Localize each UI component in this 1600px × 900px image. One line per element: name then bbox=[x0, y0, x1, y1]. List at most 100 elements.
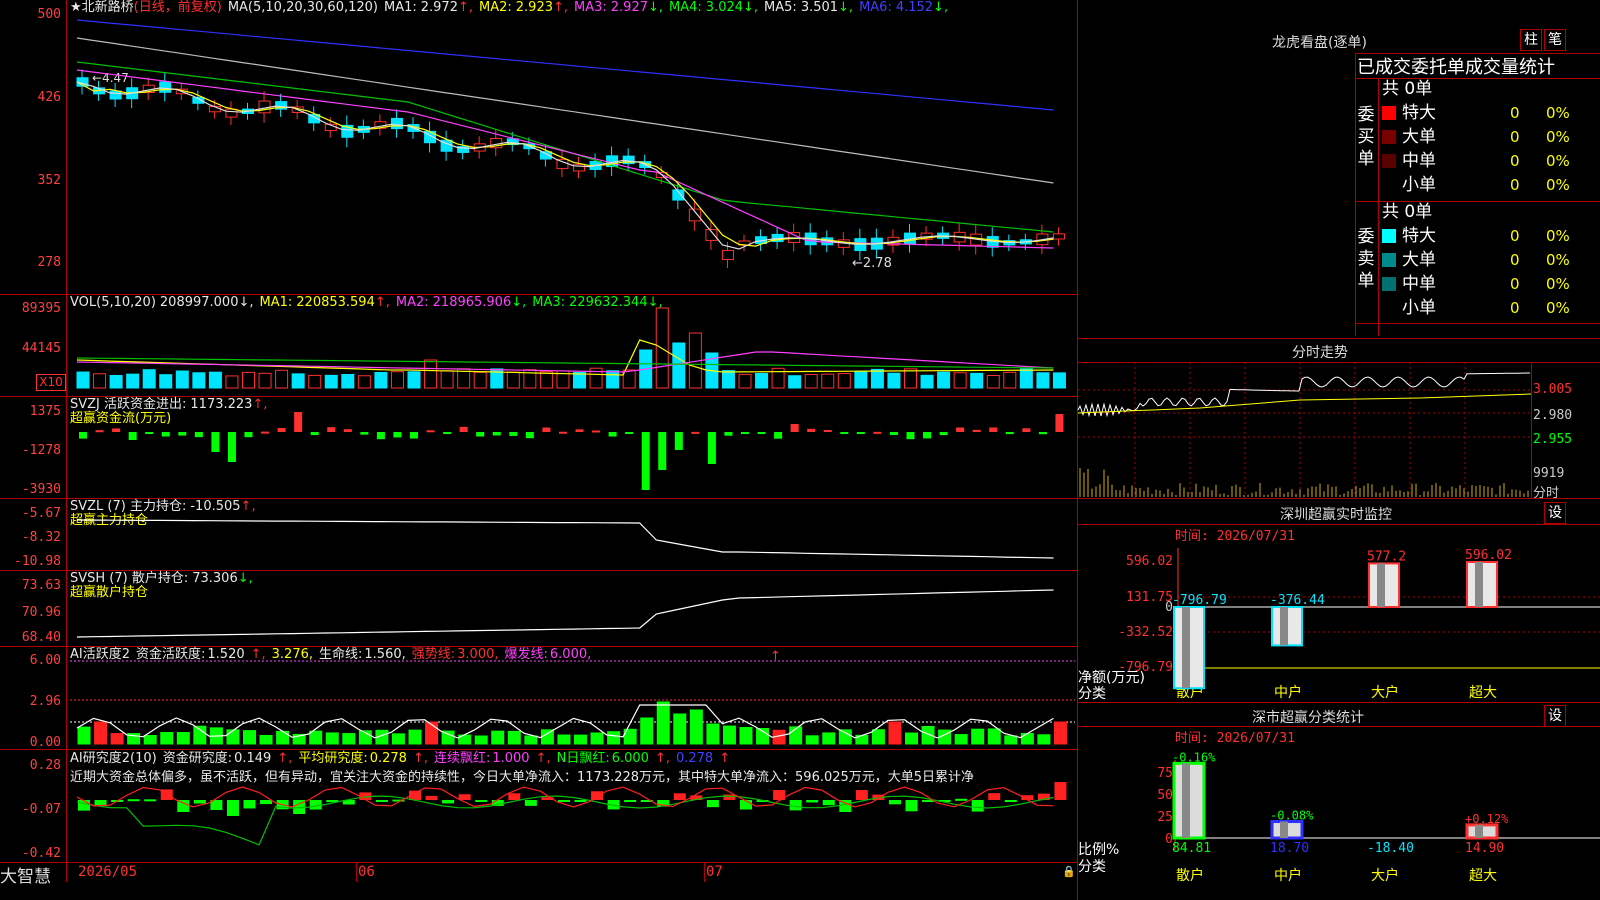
net-flow-bar-body bbox=[1466, 561, 1498, 608]
volume-bar bbox=[1003, 371, 1017, 389]
sell-side-label: 委卖单 bbox=[1357, 227, 1375, 291]
activity-bar bbox=[94, 721, 108, 745]
split-line bbox=[1531, 362, 1532, 498]
research-bar bbox=[475, 800, 488, 802]
activity-bar bbox=[1004, 735, 1018, 745]
ratio-pct: -0.16% bbox=[1172, 750, 1216, 764]
activity-bar bbox=[391, 733, 405, 745]
research-bar bbox=[988, 793, 1001, 800]
stat-xlabel: 分类 bbox=[1078, 859, 1106, 875]
intraday-axis-label: 3.005 bbox=[1533, 382, 1573, 397]
buy-rows: 特大 0 0% 大单 0 0% 中单 0 0% 小单 0 0% bbox=[1382, 101, 1600, 197]
main-chart-svg: ↑ bbox=[70, 19, 1075, 846]
lhb-row: 小单 0 0% bbox=[1382, 173, 1600, 197]
tick-mode-button[interactable]: 笔 bbox=[1544, 29, 1566, 51]
color-swatch-icon bbox=[1382, 229, 1396, 243]
lhb-row-label: 特大 bbox=[1402, 226, 1436, 246]
fund-flow-bar bbox=[724, 432, 733, 436]
sz-monitor-title: 深圳超赢实时监控 bbox=[1280, 507, 1392, 523]
activity-bar bbox=[524, 735, 538, 745]
activity-bar bbox=[143, 734, 157, 745]
activity-bar bbox=[590, 732, 604, 745]
research-bar bbox=[673, 793, 686, 800]
net-flow-bar bbox=[1466, 561, 1498, 608]
activity-bar bbox=[226, 729, 240, 745]
activity-bar bbox=[77, 726, 91, 745]
lhb-table-title: 已成交委托单成交量统计 bbox=[1357, 57, 1555, 78]
fund-flow-bar bbox=[641, 432, 650, 490]
fund-flow-bar bbox=[376, 432, 385, 440]
volume-bar bbox=[424, 359, 438, 389]
research-bar bbox=[226, 800, 239, 816]
lhb-row-percent: 0% bbox=[1546, 128, 1570, 146]
volume-bar bbox=[937, 371, 951, 389]
ratio-value: 14.90 bbox=[1465, 841, 1504, 856]
net-flow-value: -376.44 bbox=[1270, 593, 1325, 608]
bar-mode-button[interactable]: 柱 bbox=[1520, 29, 1542, 51]
category-label: 散户 bbox=[1176, 685, 1204, 701]
fund-flow-bar bbox=[360, 432, 369, 435]
sz-axis-label: 596.02 bbox=[1126, 554, 1173, 569]
fund-flow-bar bbox=[1005, 432, 1014, 435]
split-line bbox=[1077, 726, 1600, 727]
alert-arrow: ↑ bbox=[770, 649, 781, 664]
fund-flow-bar bbox=[823, 429, 832, 432]
lhb-row: 特大 0 0% bbox=[1382, 101, 1600, 125]
sz-monitor-settings-button[interactable]: 设 bbox=[1544, 502, 1566, 524]
ratio-bar bbox=[1465, 823, 1499, 840]
volume-bar bbox=[854, 370, 868, 389]
fund-flow-bar bbox=[443, 432, 452, 434]
fund-flow-bar bbox=[227, 432, 236, 462]
net-flow-bar bbox=[1368, 562, 1400, 608]
fund-flow-bar bbox=[476, 432, 485, 437]
volume-bar bbox=[1019, 368, 1033, 389]
volume-bar bbox=[738, 373, 752, 389]
research-bar bbox=[193, 800, 206, 804]
fund-flow-bar bbox=[1055, 414, 1064, 432]
color-swatch-icon bbox=[1382, 301, 1396, 315]
fund-flow-bar bbox=[923, 432, 932, 439]
ratio-bar-shade bbox=[1182, 763, 1190, 838]
activity-bar bbox=[474, 735, 488, 745]
fund-flow-bar bbox=[972, 429, 981, 432]
research-bar bbox=[508, 793, 521, 800]
activity-bar bbox=[176, 732, 190, 745]
fund-flow-bar bbox=[211, 432, 220, 452]
ratio-bar-shade bbox=[1475, 824, 1483, 838]
fund-flow-bar bbox=[840, 432, 849, 434]
fund-flow-bar bbox=[161, 432, 170, 437]
net-flow-bar-body bbox=[1271, 606, 1303, 647]
category-label: 中户 bbox=[1274, 685, 1302, 701]
lhb-row-count: 0 bbox=[1510, 227, 1520, 245]
volume-bar bbox=[887, 372, 901, 389]
fund-flow-bar bbox=[790, 424, 799, 432]
stat-axis-label: 50 bbox=[1157, 788, 1173, 803]
color-swatch-icon bbox=[1382, 130, 1396, 144]
intraday-title: 分时走势 bbox=[1292, 345, 1348, 361]
category-label: 中户 bbox=[1274, 868, 1302, 884]
activity-bar bbox=[325, 732, 339, 745]
fund-flow-bar bbox=[774, 432, 783, 439]
volume-bar bbox=[76, 371, 90, 389]
ma6-line bbox=[76, 19, 1054, 111]
fund-flow-bar bbox=[757, 432, 766, 434]
net-flow-value: 596.02 bbox=[1465, 548, 1512, 563]
category-label: 大户 bbox=[1371, 685, 1399, 701]
net-flow-bar bbox=[1271, 606, 1303, 647]
research-bar bbox=[524, 800, 537, 806]
activity-bar bbox=[441, 730, 455, 745]
fund-flow-bar bbox=[525, 432, 534, 439]
activity-bar bbox=[706, 723, 720, 745]
research-bar bbox=[591, 791, 604, 800]
sz-stat-settings-button[interactable]: 设 bbox=[1544, 705, 1566, 727]
research-bar bbox=[624, 800, 637, 802]
research-bar bbox=[127, 799, 140, 802]
lhb-row-percent: 0% bbox=[1546, 275, 1570, 293]
activity-bar bbox=[673, 713, 687, 745]
activity-bar bbox=[491, 730, 505, 745]
volume-bar bbox=[606, 370, 620, 389]
net-flow-value: -796.79 bbox=[1172, 593, 1227, 608]
fund-flow-bar bbox=[873, 431, 882, 434]
intraday-axis-label: 2.955 bbox=[1533, 432, 1573, 447]
lhb-row-label: 特大 bbox=[1402, 103, 1436, 123]
